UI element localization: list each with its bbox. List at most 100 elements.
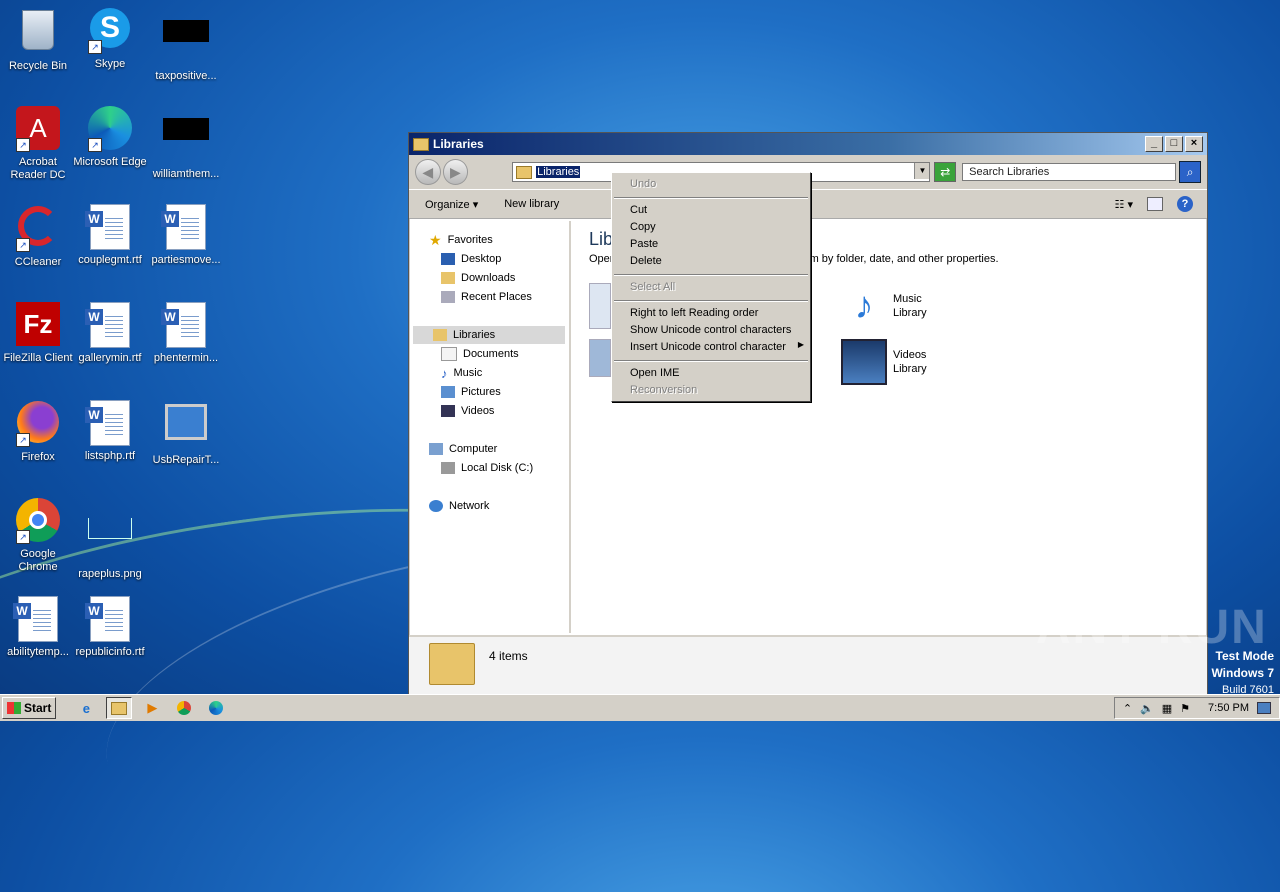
tray-expand-icon[interactable]: ⌃ — [1123, 702, 1132, 715]
pictures-library-icon[interactable] — [589, 339, 611, 377]
nav-downloads[interactable]: Downloads — [441, 269, 515, 287]
music-library-item[interactable]: ♪ Music Library — [841, 283, 927, 329]
desktop-icon-listsphp[interactable]: W listsphp.rtf — [72, 398, 148, 463]
desktop-icon-edge[interactable]: ↗ Microsoft Edge — [72, 104, 148, 169]
new-library-button[interactable]: New library — [504, 198, 559, 210]
desktop-icon-gallerymin[interactable]: W gallerymin.rtf — [72, 300, 148, 365]
desktop-icon-phentermin[interactable]: W phentermin... — [148, 300, 224, 365]
nav-libraries[interactable]: Libraries — [413, 326, 565, 344]
menu-separator — [614, 360, 808, 362]
desktop-icon-abilitytemp[interactable]: W abilitytemp... — [0, 594, 76, 659]
desktop-icon-label: republicinfo.rtf — [75, 646, 145, 658]
taskbar-explorer[interactable] — [106, 697, 133, 719]
desktop-icon-rapeplus[interactable]: rapeplus.png — [72, 496, 148, 581]
desktop-icon-label: Recycle Bin — [8, 60, 68, 72]
maximize-button[interactable]: □ — [1165, 136, 1183, 152]
menu-cut[interactable]: Cut — [630, 204, 647, 216]
refresh-button[interactable]: ⇄ — [934, 162, 957, 182]
network-tray-icon[interactable]: ▦ — [1162, 702, 1172, 715]
menu-open-ime[interactable]: Open IME — [630, 367, 680, 379]
menu-paste[interactable]: Paste — [630, 238, 658, 250]
back-button[interactable]: ◀ — [415, 159, 441, 185]
nav-documents[interactable]: Documents — [441, 345, 519, 363]
desktop-icon-williamthem[interactable]: williamthem... — [148, 104, 224, 181]
desktop-icon-ccleaner[interactable]: ↗ CCleaner — [0, 202, 76, 269]
menu-separator — [614, 300, 808, 302]
desktop-icon-republicinfo[interactable]: W republicinfo.rtf — [72, 594, 148, 659]
clock[interactable]: 7:50 PM — [1208, 702, 1249, 714]
word-document-icon: W — [13, 596, 62, 644]
desktop-icon-firefox[interactable]: ↗ Firefox — [0, 398, 76, 464]
libraries-icon — [433, 329, 447, 341]
start-button[interactable]: Start — [2, 697, 57, 719]
nav-recent-places[interactable]: Recent Places — [441, 288, 532, 306]
help-icon[interactable]: ? — [1177, 196, 1193, 212]
documents-icon — [441, 347, 457, 361]
menu-show-unicode[interactable]: Show Unicode control characters — [630, 324, 791, 336]
taskbar-ie[interactable]: e — [74, 698, 98, 718]
word-document-icon: W — [85, 596, 134, 644]
desktop-icon-taxpositive[interactable]: taxpositive... — [148, 6, 224, 83]
desktop-icon-partiesmove[interactable]: W partiesmove... — [148, 202, 224, 267]
close-button[interactable]: × — [1185, 136, 1203, 152]
menu-insert-unicode[interactable]: Insert Unicode control character — [630, 341, 786, 353]
forward-button[interactable]: ▶ — [442, 159, 469, 185]
videos-library-item[interactable]: Videos Library — [841, 339, 927, 385]
volume-icon[interactable]: 🔈 — [1140, 702, 1154, 715]
nav-pictures[interactable]: Pictures — [441, 383, 501, 401]
taskbar-edge[interactable] — [204, 698, 228, 718]
network-icon — [429, 500, 443, 512]
menu-select-all[interactable]: Select All — [630, 281, 675, 293]
menu-reconversion[interactable]: Reconversion — [630, 384, 697, 396]
address-context-menu: Undo Cut Copy Paste Delete Select All Ri… — [611, 172, 811, 402]
recycle-bin-icon — [14, 10, 62, 58]
menu-rtl-reading-order[interactable]: Right to left Reading order — [630, 307, 758, 319]
desktop-icon-couplegmt[interactable]: W couplegmt.rtf — [72, 202, 148, 267]
desktop-icon-chrome[interactable]: ↗ Google Chrome — [0, 496, 76, 574]
taskbar-chrome[interactable] — [172, 698, 196, 718]
word-document-icon: W — [85, 204, 134, 252]
nav-network[interactable]: Network — [429, 497, 489, 515]
change-view-icon[interactable]: ☷ ▾ — [1115, 198, 1133, 211]
window-title: Libraries — [433, 137, 484, 151]
organize-button[interactable]: Organize ▾ — [425, 198, 478, 211]
search-input[interactable]: Search Libraries — [962, 163, 1177, 181]
word-document-icon: W — [85, 400, 134, 448]
desktop-icon-label: williamthem... — [152, 168, 220, 180]
nav-local-disk[interactable]: Local Disk (C:) — [441, 459, 533, 477]
desktop-icon-label: Microsoft Edge — [73, 156, 147, 168]
disk-icon — [441, 462, 455, 474]
preview-pane-icon[interactable] — [1147, 197, 1163, 211]
search-icon[interactable]: ⌕ — [1179, 161, 1201, 183]
internet-explorer-icon: e — [82, 700, 90, 716]
address-dropdown-button[interactable]: ▼ — [914, 163, 930, 179]
action-center-flag-icon[interactable]: ⚑ — [1180, 702, 1190, 715]
desktop-icon-acrobat[interactable]: A ↗ Acrobat Reader DC — [0, 104, 76, 182]
firefox-icon: ↗ — [14, 401, 62, 449]
desktop-icon-filezilla[interactable]: Fz FileZilla Client — [0, 300, 76, 365]
nav-music[interactable]: ♪ Music — [441, 364, 482, 382]
desktop-icon-label: partiesmove... — [151, 254, 221, 266]
menu-delete[interactable]: Delete — [630, 255, 662, 267]
documents-library-icon[interactable] — [589, 283, 611, 329]
desktop-icon-usbrepair[interactable]: UsbRepairT... — [148, 398, 224, 467]
nav-computer[interactable]: Computer — [429, 440, 497, 458]
minimize-button[interactable]: _ — [1145, 136, 1163, 152]
taskbar-media-player[interactable]: ▶ — [140, 698, 164, 718]
libraries-folder-icon — [413, 137, 429, 151]
show-desktop-icon[interactable] — [1257, 702, 1271, 714]
menu-copy[interactable]: Copy — [630, 221, 656, 233]
nav-videos[interactable]: Videos — [441, 402, 494, 420]
filezilla-icon: Fz — [14, 302, 62, 350]
desktop-icon-skype[interactable]: S ↗ Skype — [72, 6, 148, 71]
word-document-icon: W — [85, 302, 134, 350]
window-titlebar[interactable]: Libraries _ □ × — [409, 133, 1207, 155]
menu-undo[interactable]: Undo — [630, 178, 656, 190]
taskbar: Start e ▶ ⌃ 🔈 ▦ ⚑ 7:50 PM — [0, 694, 1280, 721]
desktop-icon-recycle-bin[interactable]: Recycle Bin — [0, 6, 76, 73]
nav-favorites[interactable]: ★ Favorites — [429, 231, 493, 249]
nav-desktop[interactable]: Desktop — [441, 250, 501, 268]
desktop-icon-label: CCleaner — [14, 256, 62, 268]
acrobat-icon: A ↗ — [14, 106, 62, 154]
word-document-icon: W — [161, 302, 210, 350]
